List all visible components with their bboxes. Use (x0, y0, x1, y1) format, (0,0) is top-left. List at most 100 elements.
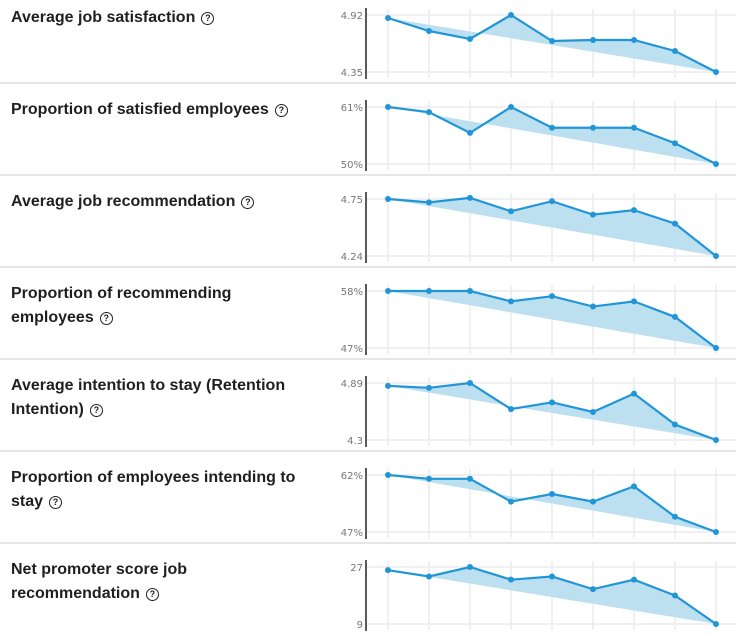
data-point[interactable] (672, 48, 678, 54)
data-point[interactable] (426, 199, 432, 206)
data-point[interactable] (385, 472, 391, 478)
data-point[interactable] (713, 345, 719, 351)
data-point[interactable] (426, 28, 432, 34)
data-point[interactable] (467, 36, 473, 42)
data-point[interactable] (631, 298, 637, 305)
data-point[interactable] (385, 104, 391, 110)
data-point[interactable] (426, 384, 432, 391)
data-point[interactable] (631, 390, 637, 397)
data-point[interactable] (631, 124, 637, 131)
metric-title: Average job recommendation? (11, 190, 311, 214)
metric-title: Average job satisfaction? (11, 6, 311, 30)
y-tick-label: 27 (350, 563, 363, 574)
sparkline-chart: 58% 47% (341, 284, 736, 355)
data-point[interactable] (508, 406, 514, 413)
data-point[interactable] (385, 15, 391, 21)
metric-row: Proportion of recommending employees? 58%… (0, 268, 736, 360)
data-point[interactable] (508, 12, 514, 18)
data-point[interactable] (426, 475, 432, 482)
metric-title: Average intention to stay (Retention Int… (11, 374, 311, 422)
data-point[interactable] (590, 498, 596, 505)
metric-title-text: Proportion of recommending employees (11, 285, 232, 326)
y-tick-label: 47% (341, 344, 363, 355)
help-icon[interactable]: ? (49, 496, 63, 509)
y-tick-label: 58% (341, 287, 363, 298)
data-point[interactable] (590, 303, 596, 310)
data-point[interactable] (385, 288, 391, 294)
metric-row: Net promoter score job recommendation? 27… (0, 544, 736, 636)
data-point[interactable] (590, 37, 596, 43)
help-icon[interactable]: ? (201, 12, 215, 25)
data-point[interactable] (590, 211, 596, 218)
sparkline-chart: 27 9 (350, 560, 736, 631)
sparkline-chart: 62% 47% (341, 468, 736, 539)
data-point[interactable] (549, 573, 555, 580)
data-point[interactable] (590, 408, 596, 415)
sparkline-chart: 4.89 4.3 (341, 376, 736, 447)
data-point[interactable] (590, 586, 596, 593)
metric-title-text: Average job recommendation (11, 193, 236, 210)
data-point[interactable] (631, 576, 637, 583)
data-point[interactable] (467, 564, 473, 570)
data-point[interactable] (672, 140, 678, 147)
metric-title-text: Average intention to stay (Retention Int… (11, 377, 286, 418)
data-point[interactable] (467, 475, 473, 482)
metric-title: Proportion of recommending employees? (11, 282, 311, 330)
data-point[interactable] (631, 37, 637, 43)
metric-title-text: Proportion of satisfied employees (11, 101, 269, 118)
sparkline-chart: 4.75 4.24 (341, 192, 736, 263)
data-point[interactable] (590, 124, 596, 131)
help-icon[interactable]: ? (274, 104, 288, 117)
data-point[interactable] (467, 380, 473, 386)
metric-row: Proportion of satisfied employees? 61% 50% (0, 84, 736, 176)
data-point[interactable] (672, 220, 678, 227)
data-point[interactable] (467, 129, 473, 136)
data-point[interactable] (385, 567, 391, 574)
data-point[interactable] (713, 621, 719, 627)
help-icon[interactable]: ? (241, 196, 255, 209)
data-point[interactable] (508, 576, 514, 583)
data-point[interactable] (385, 196, 391, 202)
metric-row: Average job satisfaction? 4.92 4.35 (0, 0, 736, 84)
data-point[interactable] (426, 109, 432, 116)
data-point[interactable] (549, 124, 555, 131)
sparkline-chart: 4.92 4.35 (341, 8, 736, 79)
data-point[interactable] (426, 573, 432, 580)
data-point[interactable] (549, 198, 555, 205)
data-point[interactable] (467, 288, 473, 294)
data-point[interactable] (549, 38, 555, 44)
y-tick-label: 62% (341, 471, 363, 482)
data-point[interactable] (631, 483, 637, 490)
data-point[interactable] (467, 194, 473, 201)
data-point[interactable] (508, 208, 514, 215)
data-point[interactable] (672, 592, 678, 599)
data-point[interactable] (713, 69, 719, 75)
y-tick-label: 9 (357, 620, 363, 631)
data-point[interactable] (631, 207, 637, 214)
data-point[interactable] (508, 498, 514, 505)
data-point[interactable] (672, 513, 678, 520)
data-point[interactable] (549, 399, 555, 406)
y-tick-label: 4.92 (341, 11, 363, 22)
y-tick-label: 4.75 (341, 195, 363, 206)
data-point[interactable] (549, 293, 555, 300)
data-point[interactable] (549, 491, 555, 497)
metric-row: Proportion of employees intending to sta… (0, 452, 736, 544)
help-icon[interactable]: ? (89, 404, 103, 417)
help-icon[interactable]: ? (145, 588, 159, 601)
data-point[interactable] (713, 437, 719, 443)
data-point[interactable] (508, 104, 514, 110)
help-icon[interactable]: ? (99, 312, 113, 325)
data-point[interactable] (672, 421, 678, 428)
metric-title-text: Average job satisfaction (11, 9, 196, 26)
y-tick-label: 50% (341, 160, 363, 171)
data-point[interactable] (672, 313, 678, 320)
data-point[interactable] (713, 253, 719, 259)
data-point[interactable] (713, 161, 719, 167)
data-point[interactable] (713, 529, 719, 535)
data-point[interactable] (385, 382, 391, 389)
data-point[interactable] (508, 298, 514, 305)
y-tick-label: 4.3 (347, 436, 363, 447)
y-tick-label: 4.24 (341, 252, 363, 263)
data-point[interactable] (426, 288, 432, 294)
